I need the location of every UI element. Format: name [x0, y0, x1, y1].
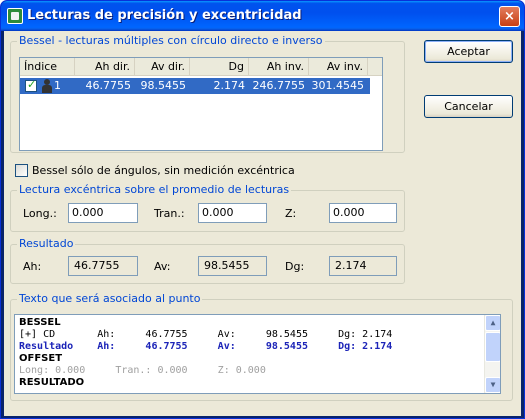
row-av-inv: 301.4545 [311, 79, 365, 92]
text-scrollbar[interactable]: ▲ ▼ [484, 315, 500, 393]
text-group-label: Texto que será asociado al punto [17, 292, 203, 305]
text-line-offset-values: Long: 0.000 Tran.: 0.000 Z: 0.000 [19, 365, 266, 376]
title-bar[interactable]: Lecturas de precisión y excentricidad × [1, 1, 524, 31]
angles-only-checkbox[interactable] [15, 164, 28, 177]
column-header-av-dir[interactable]: Av dir. [135, 58, 190, 76]
text-line-bessel: BESSEL [19, 317, 61, 328]
column-header-ah-inv[interactable]: Ah inv. [249, 58, 309, 76]
close-button[interactable]: × [499, 6, 520, 27]
column-header-ah-dir[interactable]: Ah dir. [75, 58, 135, 76]
tran-label: Tran.: [154, 207, 185, 220]
long-label: Long.: [23, 207, 57, 220]
bessel-group: Bessel - lecturas múltiples con círculo … [10, 34, 405, 153]
row-index: 1 [54, 79, 61, 92]
column-header-dg[interactable]: Dg [190, 58, 249, 76]
result-dg-value: 2.174 [329, 256, 397, 276]
result-group-label: Resultado [17, 237, 76, 250]
result-ah-label: Ah: [23, 260, 42, 273]
eccentric-group: Lectura excéntrica sobre el promedio de … [10, 183, 405, 232]
text-line-offset: OFFSET [19, 353, 63, 364]
row-dg: 2.174 [213, 79, 246, 92]
window-title: Lecturas de precisión y excentricidad [27, 8, 302, 23]
eccentric-group-label: Lectura excéntrica sobre el promedio de … [17, 183, 292, 196]
result-av-label: Av: [154, 260, 171, 273]
dialog-body: Bessel - lecturas múltiples con círculo … [4, 31, 521, 416]
accept-button[interactable]: Aceptar [424, 40, 513, 63]
readings-list[interactable]: Índice Ah dir. Av dir. Dg Ah inv. Av inv… [19, 57, 383, 151]
result-ah-value: 46.7755 [68, 256, 138, 276]
z-label: Z: [285, 207, 297, 220]
person-icon [41, 79, 53, 93]
text-line-resultado: RESULTADO [19, 377, 85, 388]
text-line-result: Resultado Ah: 46.7755 Av: 98.5455 Dg: 2.… [19, 341, 393, 352]
row-ah-dir: 46.7755 [85, 79, 132, 92]
tran-input[interactable]: 0.000 [198, 203, 267, 223]
row-av-dir: 98.5455 [140, 79, 187, 92]
result-group: Resultado Ah: 46.7755 Av: 98.5455 Dg: 2.… [10, 237, 405, 284]
bessel-group-label: Bessel - lecturas múltiples con círculo … [17, 34, 325, 47]
scroll-thumb[interactable] [485, 332, 500, 362]
column-header-av-inv[interactable]: Av inv. [309, 58, 368, 76]
cancel-button[interactable]: Cancelar [424, 95, 513, 118]
scroll-up-icon[interactable]: ▲ [485, 315, 500, 331]
z-input[interactable]: 0.000 [329, 203, 397, 223]
long-input[interactable]: 0.000 [68, 203, 138, 223]
angles-only-label[interactable]: Bessel sólo de ángulos, sin medición exc… [32, 164, 295, 177]
app-icon [7, 8, 23, 24]
dialog-window: Lecturas de precisión y excentricidad × … [0, 0, 525, 419]
result-av-value: 98.5455 [198, 256, 267, 276]
result-dg-label: Dg: [285, 260, 305, 273]
row-ah-inv: 246.7755 [252, 79, 306, 92]
row-checkbox[interactable] [25, 78, 37, 92]
table-row[interactable]: 1 46.7755 98.5455 2.174 246.7755 301.454… [20, 78, 370, 94]
scroll-down-icon[interactable]: ▼ [485, 377, 500, 393]
point-text-area[interactable]: BESSEL [+] CD Ah: 46.7755 Av: 98.5455 Dg… [14, 314, 501, 394]
list-header: Índice Ah dir. Av dir. Dg Ah inv. Av inv… [20, 58, 382, 76]
text-line-cd: [+] CD Ah: 46.7755 Av: 98.5455 Dg: 2.174 [19, 329, 393, 340]
column-header-index[interactable]: Índice [20, 58, 75, 76]
